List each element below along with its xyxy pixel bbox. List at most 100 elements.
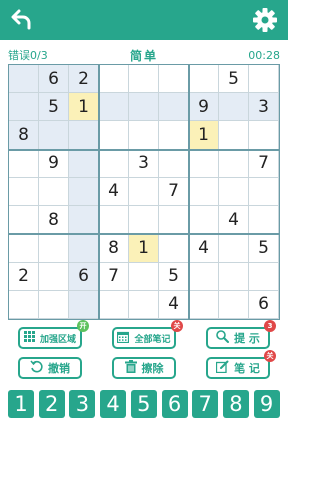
board-cell[interactable] (219, 177, 249, 207)
board-cell[interactable]: 8 (9, 121, 39, 150)
board-cell[interactable] (249, 65, 279, 94)
board-cell[interactable] (249, 206, 279, 235)
board-cell[interactable]: 6 (69, 262, 99, 291)
board-cell[interactable]: 6 (39, 65, 69, 94)
all-notes-button[interactable]: 全部笔记 (112, 327, 176, 349)
board-cell[interactable] (39, 262, 69, 291)
board-cell[interactable] (189, 177, 219, 207)
numpad-key-5[interactable]: 5 (130, 390, 157, 418)
board-cell[interactable] (159, 65, 189, 94)
board-cell[interactable] (249, 177, 279, 207)
numpad-key-8[interactable]: 8 (222, 390, 249, 418)
board-cell[interactable] (69, 290, 99, 319)
board-cell[interactable] (249, 121, 279, 150)
board-cell[interactable] (219, 234, 249, 263)
board-cell[interactable]: 1 (69, 93, 99, 122)
board-cell[interactable] (39, 290, 69, 319)
board-cell[interactable] (219, 121, 249, 150)
numpad-key-6[interactable]: 6 (161, 390, 188, 418)
board-cell[interactable] (189, 206, 219, 235)
board-cell[interactable] (69, 149, 99, 178)
board-cell[interactable] (99, 93, 129, 122)
board-cell[interactable] (219, 93, 249, 122)
board-cell[interactable]: 4 (189, 234, 219, 263)
board-cell[interactable]: 4 (159, 290, 189, 319)
notes-button[interactable]: 笔 记 (206, 357, 270, 379)
board-cell[interactable]: 4 (219, 206, 249, 235)
game-timer: 00:28 (248, 49, 280, 62)
board-cell[interactable]: 2 (9, 262, 39, 291)
board-cell[interactable] (99, 206, 129, 235)
board-cell[interactable] (39, 177, 69, 207)
board-cell[interactable] (129, 65, 159, 94)
board-cell[interactable]: 1 (129, 234, 159, 263)
board-cell[interactable] (219, 149, 249, 178)
numpad-key-9[interactable]: 9 (253, 390, 280, 418)
board-cell[interactable] (159, 234, 189, 263)
board-cell[interactable] (9, 93, 39, 122)
board-cell[interactable] (39, 121, 69, 150)
numpad-key-4[interactable]: 4 (100, 390, 127, 418)
numpad-key-7[interactable]: 7 (192, 390, 219, 418)
back-arrow-icon[interactable] (8, 7, 36, 33)
board-cell[interactable] (99, 65, 129, 94)
board-cell[interactable]: 8 (99, 234, 129, 263)
board-cell[interactable] (189, 149, 219, 178)
board-cell[interactable] (129, 177, 159, 207)
board-cell[interactable]: 5 (159, 262, 189, 291)
numpad-key-3[interactable]: 3 (69, 390, 96, 418)
board-cell[interactable] (69, 177, 99, 207)
board-cell[interactable]: 6 (249, 290, 279, 319)
board-cell[interactable] (249, 262, 279, 291)
board-cell[interactable]: 2 (69, 65, 99, 94)
erase-button[interactable]: 擦除 (112, 357, 176, 379)
gear-icon[interactable] (252, 7, 278, 33)
numpad-key-2[interactable]: 2 (38, 390, 65, 418)
board-cell[interactable] (159, 206, 189, 235)
board-cell[interactable] (69, 206, 99, 235)
board-cell[interactable] (189, 262, 219, 291)
enhance-area-button[interactable]: 加强区域 (18, 327, 82, 349)
board-cell[interactable] (129, 121, 159, 150)
board-cell[interactable] (9, 206, 39, 235)
board-cell[interactable]: 5 (249, 234, 279, 263)
board-cell[interactable] (159, 121, 189, 150)
board-cell[interactable] (9, 234, 39, 263)
board-cell[interactable]: 9 (39, 149, 69, 178)
board-cell[interactable]: 3 (129, 149, 159, 178)
board-cell[interactable]: 9 (189, 93, 219, 122)
board-cell[interactable]: 7 (99, 262, 129, 291)
board-cell[interactable]: 8 (39, 206, 69, 235)
numpad-key-1[interactable]: 1 (8, 390, 34, 418)
board-cell[interactable]: 5 (219, 65, 249, 94)
board-cell[interactable] (189, 290, 219, 319)
board-cell[interactable] (159, 93, 189, 122)
board-cell[interactable]: 1 (189, 121, 219, 150)
board-cell[interactable]: 7 (159, 177, 189, 207)
board-cell[interactable] (69, 234, 99, 263)
board-cell[interactable] (219, 262, 249, 291)
board-cell[interactable]: 4 (99, 177, 129, 207)
board-cell[interactable]: 3 (249, 93, 279, 122)
board-cell[interactable] (129, 290, 159, 319)
board-cell[interactable] (69, 121, 99, 150)
board-cell[interactable]: 5 (39, 93, 69, 122)
board-cell[interactable] (9, 290, 39, 319)
board-cell[interactable] (39, 234, 69, 263)
board-cell[interactable] (159, 149, 189, 178)
box-divider (9, 148, 279, 151)
board-cell[interactable] (99, 149, 129, 178)
board-cell[interactable]: 7 (249, 149, 279, 178)
board-cell[interactable] (9, 149, 39, 178)
board-cell[interactable] (99, 121, 129, 150)
board-cell[interactable] (219, 290, 249, 319)
board-cell[interactable] (99, 290, 129, 319)
board-cell[interactable] (129, 93, 159, 122)
board-cell[interactable] (189, 65, 219, 94)
hint-button[interactable]: 提 示 (206, 327, 270, 349)
board-cell[interactable] (9, 177, 39, 207)
undo-button[interactable]: 撤销 (18, 357, 82, 379)
board-cell[interactable] (129, 206, 159, 235)
board-cell[interactable] (9, 65, 39, 94)
board-cell[interactable] (129, 262, 159, 291)
